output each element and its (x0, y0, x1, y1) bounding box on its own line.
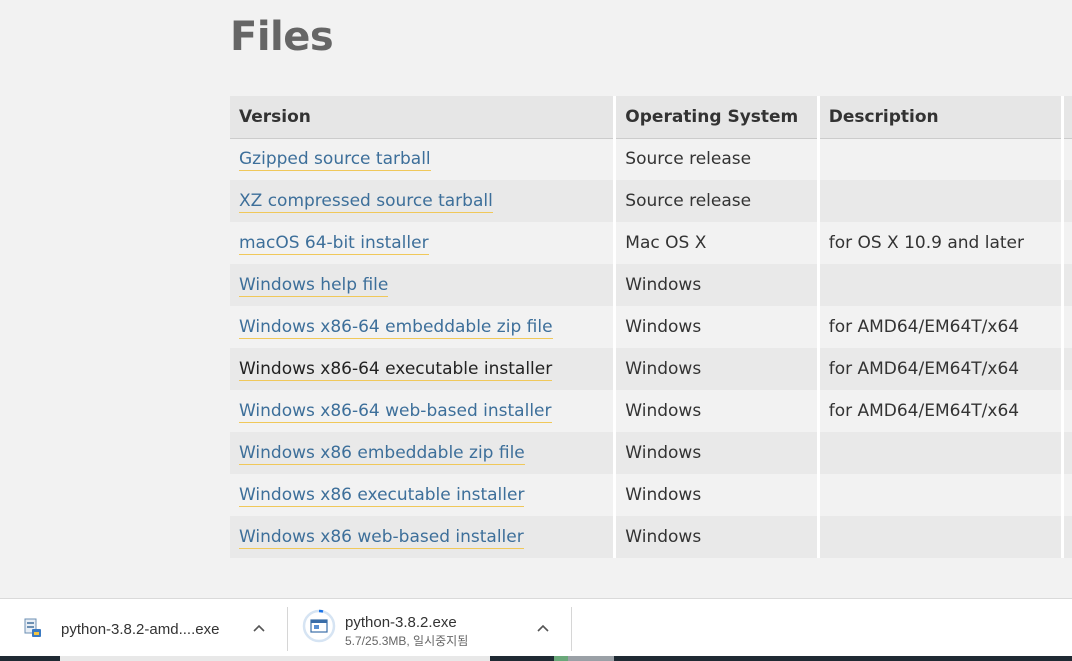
os-cell: Source release (614, 180, 820, 222)
column-header-version[interactable]: Version (230, 96, 617, 139)
description-cell (818, 432, 1064, 474)
chevron-up-icon[interactable] (536, 621, 550, 635)
page-content: Files Version Operating System Descripti… (0, 0, 1072, 598)
table-row: Windows x86 web-based installer Windows (230, 516, 1072, 558)
download-status: 5.7/25.3MB, 일시중지됨 (345, 634, 469, 648)
description-cell (818, 264, 1064, 306)
file-link[interactable]: Windows x86-64 embeddable zip file (239, 317, 553, 339)
file-link-visited[interactable]: Windows x86-64 executable installer (239, 359, 553, 381)
description-cell: for AMD64/EM64T/x64 (818, 306, 1064, 348)
table-header-row: Version Operating System Description (230, 96, 1072, 139)
table-row: Windows x86-64 web-based installer Windo… (230, 390, 1072, 432)
os-cell: Windows (614, 516, 820, 558)
description-cell: for AMD64/EM64T/x64 (818, 390, 1064, 432)
download-item[interactable]: python-3.8.2.exe 5.7/25.3MB, 일시중지됨 (288, 599, 571, 657)
page-title: Files (230, 14, 334, 60)
os-cell: Windows (614, 306, 820, 348)
download-filename: python-3.8.2-amd....exe (61, 621, 220, 638)
description-cell (818, 180, 1064, 222)
in-progress-file-icon (302, 609, 336, 643)
taskbar-segment (554, 656, 568, 661)
taskbar-segment (568, 656, 614, 661)
column-header-extra (1062, 96, 1072, 139)
file-link[interactable]: Windows x86 executable installer (239, 485, 525, 507)
file-link[interactable]: Windows x86-64 web-based installer (239, 401, 552, 423)
taskbar (0, 656, 1072, 661)
os-cell: Windows (614, 390, 820, 432)
column-header-description[interactable]: Description (818, 96, 1064, 139)
os-cell: Windows (614, 348, 820, 390)
description-cell: for OS X 10.9 and later (818, 222, 1064, 264)
table-row: Windows x86-64 embeddable zip file Windo… (230, 306, 1072, 348)
description-cell (818, 516, 1064, 558)
description-cell (818, 138, 1064, 180)
installer-icon (22, 617, 44, 639)
os-cell: Windows (614, 474, 820, 516)
os-cell: Windows (614, 432, 820, 474)
chevron-up-icon[interactable] (252, 621, 266, 635)
os-cell: Mac OS X (614, 222, 820, 264)
taskbar-segment (60, 656, 490, 661)
files-table: Version Operating System Description Gzi… (230, 96, 1072, 558)
os-cell: Windows (614, 264, 820, 306)
download-shelf: python-3.8.2-amd....exe python-3.8.2.exe… (0, 598, 1072, 656)
table-row: Windows x86 executable installer Windows (230, 474, 1072, 516)
file-link[interactable]: Gzipped source tarball (239, 149, 431, 172)
file-link[interactable]: Windows x86 web-based installer (239, 527, 524, 549)
file-link[interactable]: Windows x86 embeddable zip file (239, 443, 525, 465)
download-item[interactable]: python-3.8.2-amd....exe (0, 599, 287, 657)
table-row: Windows x86-64 executable installer Wind… (230, 348, 1072, 390)
file-link[interactable]: macOS 64-bit installer (239, 233, 429, 255)
divider (571, 607, 572, 651)
table-row: Gzipped source tarball Source release (230, 138, 1072, 180)
file-link[interactable]: Windows help file (239, 275, 389, 297)
table-row: Windows help file Windows (230, 264, 1072, 306)
description-cell (818, 474, 1064, 516)
table-row: macOS 64-bit installer Mac OS X for OS X… (230, 222, 1072, 264)
description-cell: for AMD64/EM64T/x64 (818, 348, 1064, 390)
table-row: XZ compressed source tarball Source rele… (230, 180, 1072, 222)
file-link[interactable]: XZ compressed source tarball (239, 191, 493, 213)
download-filename: python-3.8.2.exe (345, 614, 457, 631)
os-cell: Source release (614, 138, 820, 180)
table-row: Windows x86 embeddable zip file Windows (230, 432, 1072, 474)
column-header-os[interactable]: Operating System (614, 96, 820, 139)
